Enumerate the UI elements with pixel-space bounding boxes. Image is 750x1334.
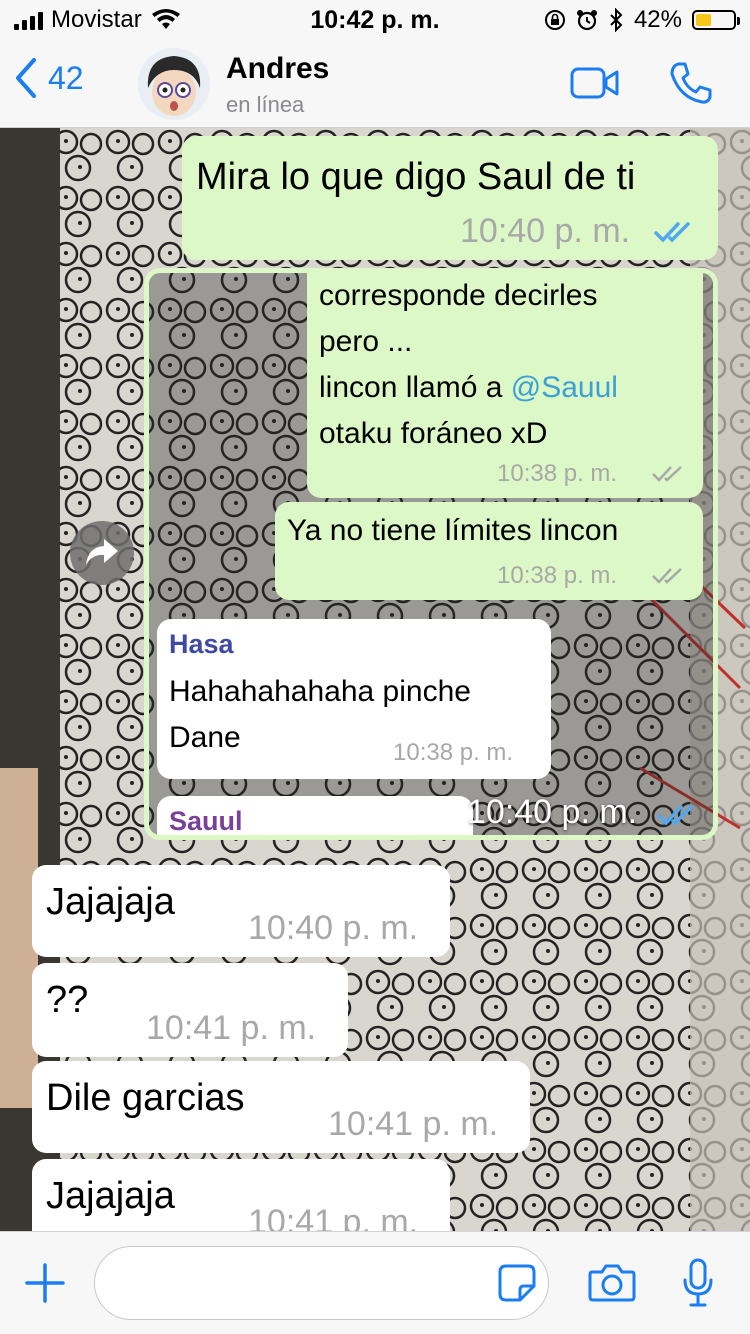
contact-status: en línea: [226, 92, 305, 117]
rotation-lock-icon: [544, 10, 565, 30]
contact-name[interactable]: Andres: [226, 52, 329, 86]
message-text: Dile garcias: [46, 1077, 245, 1119]
image-text: Ya no tiene límites lincon: [287, 514, 619, 547]
image-chat-bubble: Hasa Hahahahahaha pinche Dane 10:38 p. m…: [157, 619, 551, 779]
image-sender-name: Hasa: [169, 629, 234, 659]
alarm-icon: [576, 10, 597, 31]
image-chat-bubble: Sauul: [157, 796, 473, 836]
image-text-line-mention: lincon llamó a @Sauul: [319, 365, 618, 411]
call-button[interactable]: [668, 60, 714, 111]
image-chat-bubble: Ya no tiene límites lincon 10:38 p. m.: [275, 502, 703, 600]
microphone-icon: [683, 1258, 713, 1307]
chat-area[interactable]: Mira lo que digo Saul de ti 10:40 p. m. …: [0, 128, 750, 1231]
message-text: ??: [46, 979, 89, 1021]
battery-percent: 42%: [633, 6, 682, 33]
message-time: 10:41 p. m.: [248, 1203, 419, 1231]
message-text: Mira lo que digo Saul de ti: [196, 156, 636, 198]
battery-icon: [692, 10, 740, 30]
sticker-button[interactable]: [498, 1264, 536, 1307]
message-text: Jajajaja: [46, 881, 175, 923]
message-text: Jajajaja: [46, 1175, 175, 1217]
message-time: 10:40 p. m.: [460, 212, 631, 250]
attach-button[interactable]: [24, 1262, 66, 1309]
camera-button[interactable]: [588, 1262, 636, 1307]
camera-icon: [588, 1264, 636, 1302]
input-bar: [0, 1231, 750, 1334]
status-right: 42%: [544, 6, 740, 34]
message-incoming[interactable]: Jajajaja 10:41 p. m.: [32, 1159, 450, 1231]
message-incoming[interactable]: ?? 10:41 p. m.: [32, 963, 348, 1057]
read-receipt-icon: [654, 222, 690, 243]
image-time: 10:38 p. m.: [393, 739, 514, 766]
delivered-ticks-icon: [652, 568, 682, 584]
image-text-line: Hahahahahaha pinche: [169, 675, 471, 708]
message-incoming[interactable]: Dile garcias 10:41 p. m.: [32, 1061, 530, 1153]
mention-link: @Sauul: [510, 371, 618, 404]
unread-count: 42: [48, 59, 84, 96]
phone-icon: [670, 62, 712, 104]
image-text-lines: corresponde decirles pero ... lincon lla…: [319, 273, 618, 457]
plus-icon: [25, 1263, 65, 1303]
message-time: 10:40 p. m.: [248, 909, 419, 947]
carrier-name: Movistar: [51, 6, 142, 33]
image-chat-bubble: corresponde decirles pero ... lincon lla…: [307, 273, 703, 498]
message-time: 10:40 p. m.: [467, 793, 638, 831]
image-text-line: otaku foráneo xD: [319, 417, 548, 450]
chat-header: 42 Andres en línea: [0, 40, 750, 128]
sticker-icon: [498, 1264, 536, 1302]
chevron-left-icon: [16, 58, 36, 98]
video-call-icon: [570, 67, 619, 99]
forward-arrow-icon: [86, 539, 118, 565]
image-message[interactable]: corresponde decirles pero ... lincon lla…: [144, 268, 718, 840]
back-button[interactable]: 42: [14, 58, 84, 98]
microphone-button[interactable]: [682, 1258, 714, 1313]
image-text-line: pero ...: [319, 325, 413, 358]
read-receipt-icon: [657, 805, 693, 826]
image-text-span: lincon llamó a: [319, 371, 511, 404]
delivered-ticks-icon: [652, 466, 682, 482]
message-time: 10:41 p. m.: [146, 1009, 317, 1047]
message-time: 10:41 p. m.: [328, 1105, 499, 1143]
battery-fill: [696, 14, 711, 26]
forward-button[interactable]: [70, 521, 134, 585]
avatar[interactable]: [138, 48, 210, 120]
message-input[interactable]: [94, 1246, 549, 1320]
image-time: 10:38 p. m.: [497, 562, 618, 589]
message-incoming[interactable]: Jajajaja 10:40 p. m.: [32, 865, 450, 957]
signal-icon: [14, 10, 43, 30]
message-outgoing[interactable]: Mira lo que digo Saul de ti 10:40 p. m.: [182, 136, 718, 260]
bluetooth-icon: [610, 8, 623, 32]
image-text-line: corresponde decirles: [319, 279, 598, 312]
video-call-button[interactable]: [570, 66, 620, 105]
avatar-image: [138, 48, 210, 120]
status-left: Movistar: [14, 6, 180, 34]
wifi-icon: [151, 9, 180, 29]
image-sender-name: Sauul: [169, 806, 243, 836]
status-bar: Movistar 10:42 p. m. 42%: [0, 0, 750, 40]
image-time: 10:38 p. m.: [497, 460, 618, 487]
